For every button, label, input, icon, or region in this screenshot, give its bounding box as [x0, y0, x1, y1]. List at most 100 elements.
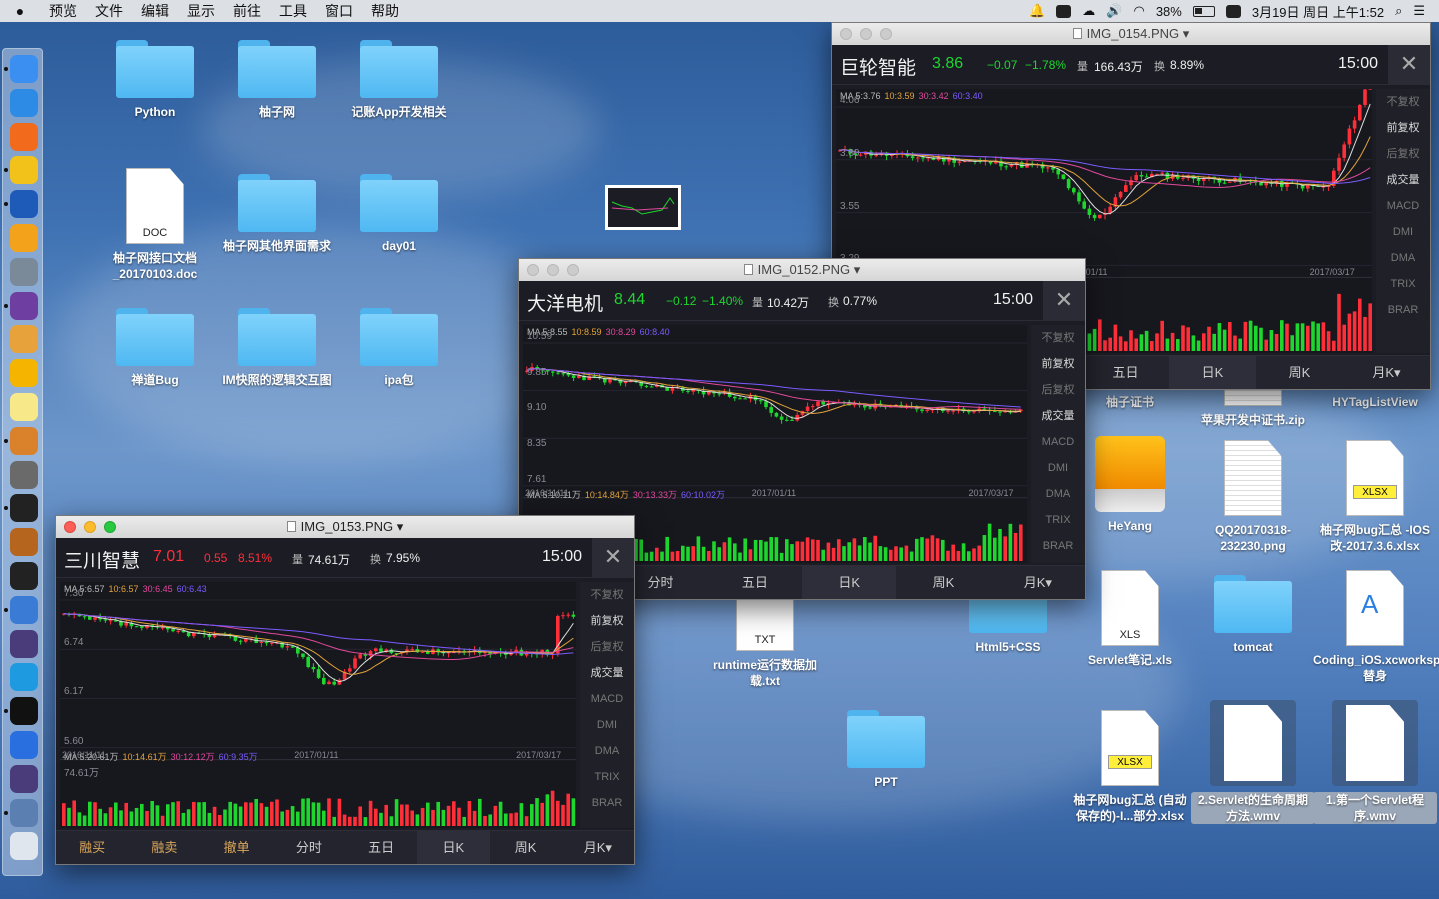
indicator-item[interactable]: 成交量 — [1031, 403, 1085, 429]
eclipse-icon[interactable] — [10, 629, 38, 658]
title-bar[interactable]: IMG_0154.PNG ▾ — [832, 23, 1430, 45]
chrome-icon[interactable] — [10, 156, 38, 185]
wifi-icon[interactable]: ◠ — [1133, 3, 1144, 19]
minimize-button[interactable] — [547, 264, 559, 276]
indicator-item[interactable]: DMI — [1031, 455, 1085, 481]
indicator-item[interactable]: MACD — [580, 686, 634, 712]
finder-icon[interactable] — [10, 55, 38, 83]
indicator-item[interactable]: 成交量 — [1376, 167, 1430, 193]
launchpad-icon[interactable] — [10, 257, 38, 286]
mweb-icon[interactable] — [10, 359, 38, 388]
spotlight-search-icon[interactable]: ⌕ — [1395, 3, 1402, 19]
navicat-icon[interactable] — [10, 325, 38, 354]
period-tab[interactable]: 月K▾ — [562, 831, 634, 864]
trash-icon[interactable] — [10, 832, 38, 861]
apple-menu-icon[interactable]: ● — [0, 3, 40, 19]
period-tab[interactable]: 周K — [490, 831, 562, 864]
volume-icon[interactable]: 🔊 — [1106, 3, 1122, 19]
indicator-item[interactable]: BRAR — [1031, 533, 1085, 559]
desktop-icon-folder[interactable]: 柚子网 — [215, 40, 339, 120]
indicator-item[interactable]: 不复权 — [1031, 325, 1085, 351]
period-tab[interactable]: 融卖 — [128, 831, 200, 864]
indicator-item[interactable]: 不复权 — [580, 582, 634, 608]
menu-window[interactable]: 窗口 — [316, 1, 362, 21]
sublime-icon[interactable] — [10, 426, 38, 455]
period-tab[interactable]: 周K — [896, 566, 990, 599]
close-button[interactable] — [64, 521, 76, 533]
period-tab[interactable]: 融买 — [56, 831, 128, 864]
indicator-item[interactable]: DMA — [1031, 481, 1085, 507]
indicator-item[interactable]: DMA — [580, 738, 634, 764]
desktop-icon-folder[interactable]: tomcat — [1191, 575, 1315, 655]
desktop-icon-folder[interactable]: 柚子网其他界面需求 — [215, 174, 339, 254]
xcode-icon[interactable] — [10, 595, 38, 624]
menu-help[interactable]: 帮助 — [362, 1, 408, 21]
desktop-icon-doc[interactable]: DOC 柚子网接口文档_20170103.doc — [93, 168, 217, 282]
indicator-item[interactable]: TRIX — [580, 764, 634, 790]
cloud-sync-icon[interactable]: ☁ — [1082, 3, 1095, 19]
notification-bell-icon[interactable]: 🔔 — [1029, 3, 1045, 19]
notification-center-icon[interactable]: ☰ — [1413, 3, 1425, 19]
menu-tools[interactable]: 工具 — [270, 1, 316, 21]
desktop-icon-xlsx[interactable]: XLSX 柚子网bug汇总 -IOS改-2017.3.6.xlsx — [1313, 440, 1437, 554]
display-icon[interactable] — [1056, 4, 1072, 18]
coderunner-icon[interactable] — [10, 562, 38, 590]
period-tab[interactable]: 日K — [801, 566, 897, 599]
menu-view[interactable]: 显示 — [178, 1, 224, 21]
zoom-button[interactable] — [104, 521, 116, 533]
zoom-button[interactable] — [567, 264, 579, 276]
indicator-item[interactable]: 成交量 — [580, 660, 634, 686]
title-bar[interactable]: IMG_0153.PNG ▾ — [56, 516, 634, 538]
desktop-icon-folder[interactable]: IM快照的逻辑交互图 — [215, 308, 339, 388]
indicator-item[interactable]: BRAR — [1376, 297, 1430, 323]
period-tab[interactable]: 五日 — [1082, 356, 1169, 389]
minimize-button[interactable] — [84, 521, 96, 533]
indicator-item[interactable]: MACD — [1031, 429, 1085, 455]
indicator-item[interactable]: TRIX — [1031, 507, 1085, 533]
period-tab[interactable]: 日K — [1169, 356, 1256, 389]
period-tab[interactable]: 日K — [417, 831, 490, 864]
menu-go[interactable]: 前往 — [224, 1, 270, 21]
package-icon[interactable] — [10, 528, 38, 557]
period-tab[interactable]: 五日 — [708, 566, 802, 599]
indicator-item[interactable]: 后复权 — [580, 634, 634, 660]
close-chart-icon[interactable]: ✕ — [1043, 281, 1085, 321]
period-tab[interactable]: 月K▾ — [1343, 356, 1430, 389]
title-bar[interactable]: IMG_0152.PNG ▾ — [519, 259, 1085, 281]
close-button[interactable] — [527, 264, 539, 276]
minimize-button[interactable] — [860, 28, 872, 40]
indicator-item[interactable]: 后复权 — [1031, 377, 1085, 403]
eclipse2-icon[interactable] — [10, 764, 38, 793]
indicator-item[interactable]: DMI — [580, 712, 634, 738]
desktop-icon-folder[interactable]: ipa包 — [337, 308, 461, 388]
github-icon[interactable] — [10, 291, 38, 320]
app-s-icon[interactable] — [1225, 4, 1241, 18]
close-chart-icon[interactable]: ✕ — [592, 538, 634, 578]
menu-edit[interactable]: 编辑 — [132, 1, 178, 21]
desktop-icon-folder[interactable]: 禅道Bug — [93, 308, 217, 388]
zoom-button[interactable] — [880, 28, 892, 40]
close-button[interactable] — [840, 28, 852, 40]
safari-icon[interactable] — [10, 88, 38, 117]
indicator-item[interactable]: 前复权 — [1031, 351, 1085, 377]
sketch-icon[interactable] — [10, 224, 38, 252]
desktop-icon-xls[interactable]: XLS Servlet笔记.xls — [1068, 570, 1192, 668]
period-tab[interactable]: 五日 — [345, 831, 417, 864]
word-icon[interactable] — [10, 731, 38, 759]
battery-icon[interactable] — [1192, 5, 1215, 17]
terminal-icon[interactable] — [10, 494, 38, 523]
desktop-icon-folder[interactable]: 记账App开发相关 — [337, 40, 461, 120]
screenshot-thumbnail[interactable] — [605, 185, 681, 230]
preview-window-img-0153[interactable]: IMG_0153.PNG ▾ 三川智慧 7.01 0.55 8.51% 量 74… — [55, 515, 635, 865]
indicator-item[interactable]: BRAR — [580, 790, 634, 816]
period-tab[interactable]: 周K — [1256, 356, 1343, 389]
quicktime-icon[interactable] — [10, 190, 38, 219]
mindnode-icon[interactable] — [10, 663, 38, 692]
system-preferences-icon[interactable] — [10, 460, 38, 489]
qq-icon[interactable] — [10, 697, 38, 726]
desktop-icon-folder[interactable]: Python — [93, 40, 217, 120]
indicator-item[interactable]: DMA — [1376, 245, 1430, 271]
desktop-icon-xlsx[interactable]: XLSX 柚子网bug汇总 (自动保存的)-I...部分.xlsx — [1068, 710, 1192, 824]
desktop-icon-drive[interactable]: HeYang — [1068, 436, 1192, 534]
clock[interactable]: 3月19日 周日 上午1:52 — [1252, 2, 1384, 21]
